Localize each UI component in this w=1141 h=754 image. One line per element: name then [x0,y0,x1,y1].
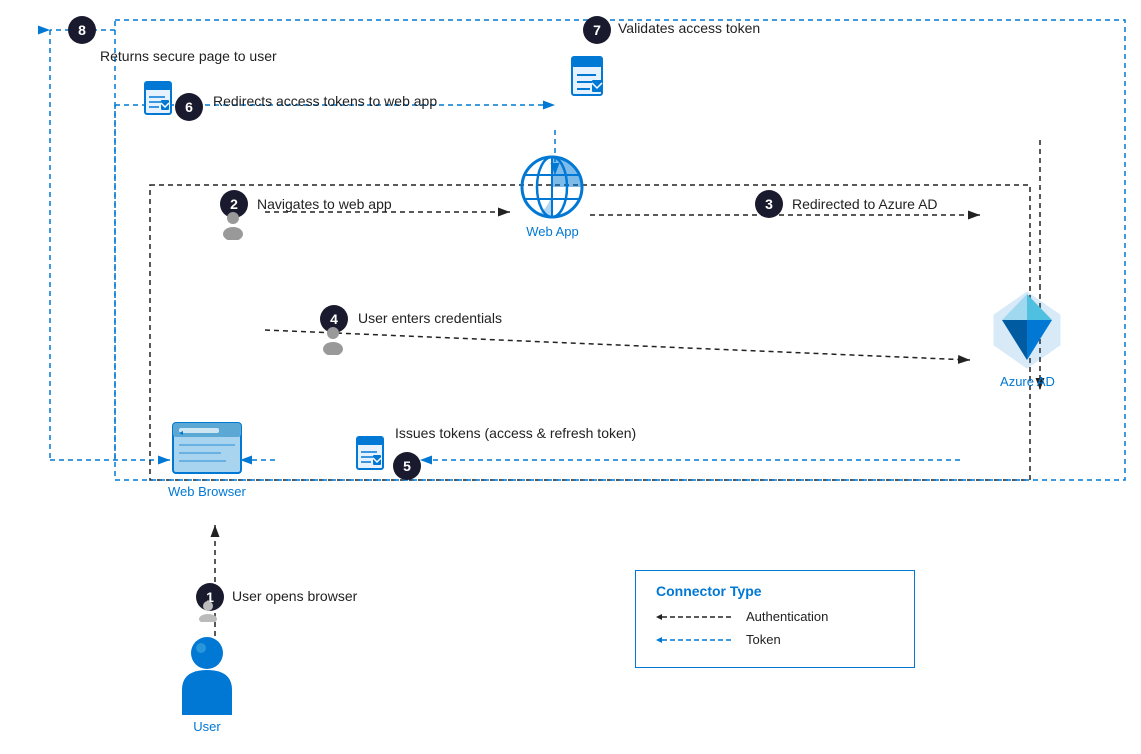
step-label-5: Issues tokens (access & refresh token) [395,425,636,441]
legend-box: Connector Type Authentication Token [635,570,915,668]
person-icon-4 [318,325,348,355]
diagram-container: 8 Returns secure page to user 7 Validate… [0,0,1141,754]
web-app-label: Web App [526,224,579,239]
web-browser-icon: Web Browser [168,415,246,499]
user-label: User [193,719,220,734]
legend-label-token: Token [746,632,781,647]
step-badge-7: 7 [583,16,611,44]
step-badge-8: 8 [68,16,96,44]
azure-ad-label: Azure AD [1000,374,1055,389]
legend-row-auth: Authentication [656,609,894,624]
token-doc-icon-5 [355,435,387,473]
token-doc-icon-7 [570,55,608,100]
person-icon-2 [218,210,248,240]
user-icon: User [172,635,242,734]
step-label-1: User opens browser [232,588,357,604]
step-label-8: Returns secure page to user [100,48,277,64]
step-label-6: Redirects access tokens to web app [213,93,437,109]
legend-title: Connector Type [656,583,894,599]
step-badge-6: 6 [175,93,203,121]
step-label-2: Navigates to web app [257,196,392,212]
token-doc-icon-6 [143,80,175,118]
legend-row-token: Token [656,632,894,647]
step-badge-3: 3 [755,190,783,218]
legend-label-auth: Authentication [746,609,828,624]
person-icon-step1 [196,600,220,622]
web-app-icon: Web App [520,155,585,239]
step-label-3: Redirected to Azure AD [792,196,938,212]
step-label-7: Validates access token [618,20,760,36]
step-label-4: User enters credentials [358,310,502,326]
azure-ad-icon: Azure AD [990,290,1065,389]
step-badge-5: 5 [393,452,421,480]
web-browser-label: Web Browser [168,484,246,499]
